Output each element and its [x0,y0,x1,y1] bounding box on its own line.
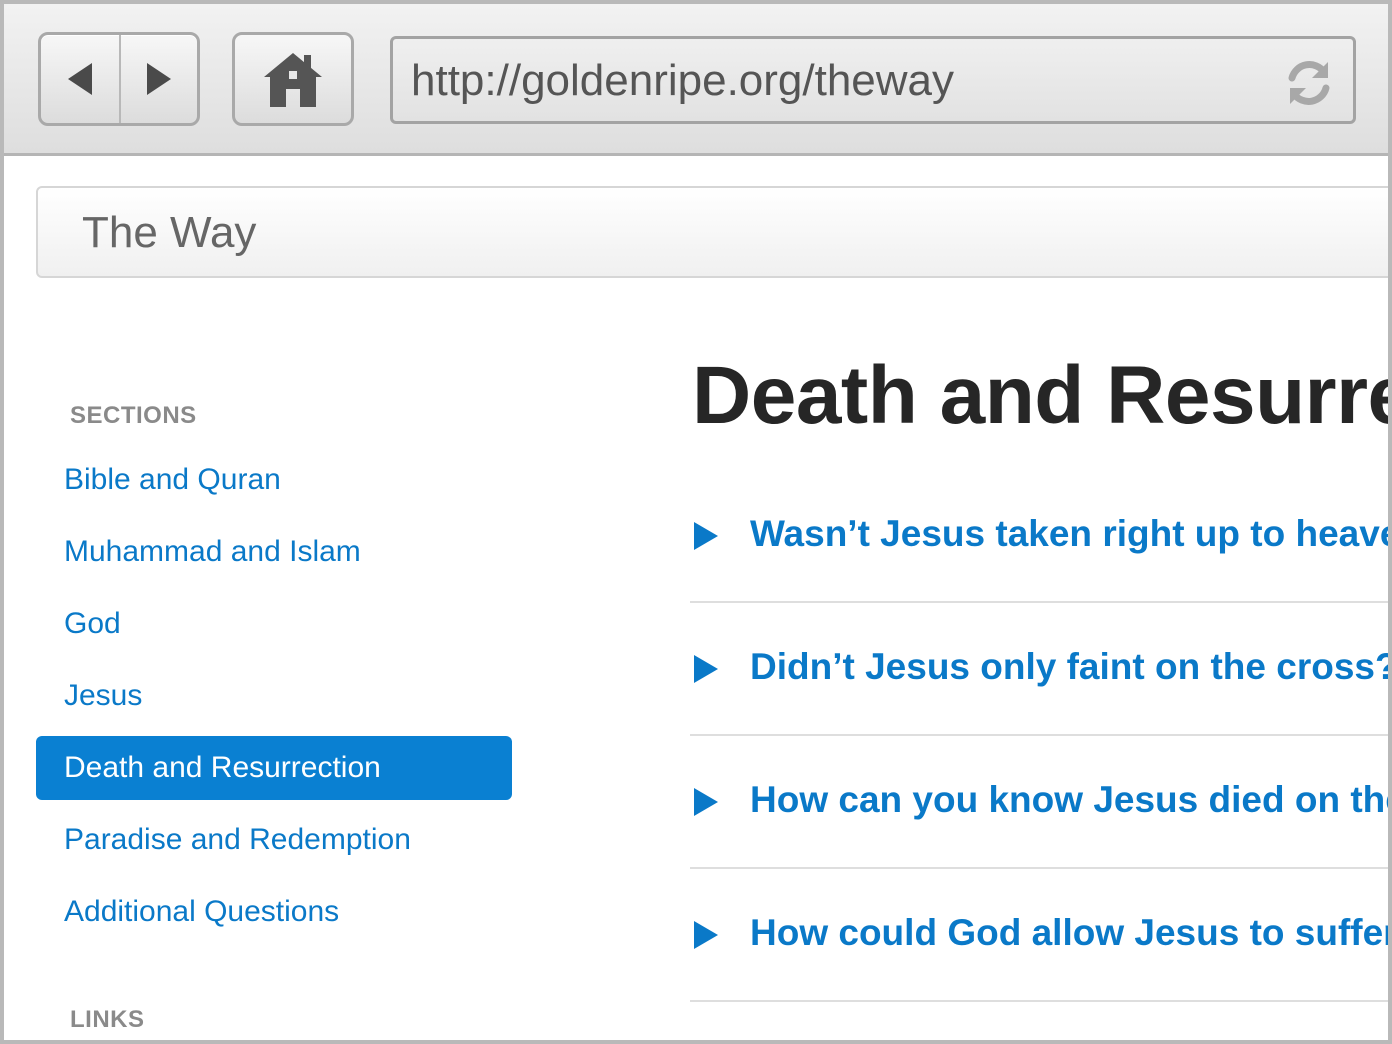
sidebar-item-jesus[interactable]: Jesus [36,664,512,728]
question-item[interactable]: Wasn’t Jesus taken right up to heaven? [690,470,1388,603]
history-nav-group [38,32,200,126]
browser-toolbar: http://goldenripe.org/theway [4,4,1388,156]
question-text[interactable]: How could God allow Jesus to suffer? [750,911,1388,955]
page-title: Death and Resurrection [692,350,1388,441]
links-heading: LINKS [70,1006,145,1033]
disclosure-arrow-icon [694,921,718,949]
address-bar[interactable]: http://goldenripe.org/theway [390,36,1356,124]
home-button[interactable] [232,32,354,126]
sidebar-item-death-and-resurrection[interactable]: Death and Resurrection [36,736,512,800]
sidebar-item-bible-and-quran[interactable]: Bible and Quran [36,448,512,512]
reload-icon [1288,61,1330,105]
url-text[interactable]: http://goldenripe.org/theway [411,53,1271,109]
sections-heading: SECTIONS [70,402,197,429]
sidebar-item-god[interactable]: God [36,592,512,656]
site-title[interactable]: The Way [82,206,256,260]
disclosure-arrow-icon [694,522,718,550]
forward-button[interactable] [119,35,197,123]
main-content: Death and Resurrection Wasn’t Jesus take… [690,344,1388,1040]
sidebar-item-paradise-and-redemption[interactable]: Paradise and Redemption [36,808,512,872]
question-item[interactable]: Didn’t Jesus only faint on the cross? [690,603,1388,736]
sidebar-item-muhammad-and-islam[interactable]: Muhammad and Islam [36,520,512,584]
reload-button[interactable] [1283,57,1335,109]
forward-arrow-icon [147,63,171,95]
disclosure-arrow-icon [694,788,718,816]
question-item[interactable]: How can you know Jesus died on the cross… [690,736,1388,869]
question-text[interactable]: Wasn’t Jesus taken right up to heaven? [750,512,1388,556]
sidebar-item-additional-questions[interactable]: Additional Questions [36,880,512,944]
question-text[interactable]: How can you know Jesus died on the cross… [750,778,1388,822]
browser-window: http://goldenripe.org/theway The Way SEC… [0,0,1392,1044]
back-button[interactable] [41,35,119,123]
home-icon [264,53,322,107]
sidebar: SECTIONS Bible and Quran Muhammad and Is… [4,384,564,1040]
back-arrow-icon [68,63,92,95]
disclosure-arrow-icon [694,655,718,683]
site-header: The Way [36,186,1388,278]
question-item[interactable]: How could God allow Jesus to suffer? [690,869,1388,1002]
question-text[interactable]: Didn’t Jesus only faint on the cross? [750,645,1388,689]
